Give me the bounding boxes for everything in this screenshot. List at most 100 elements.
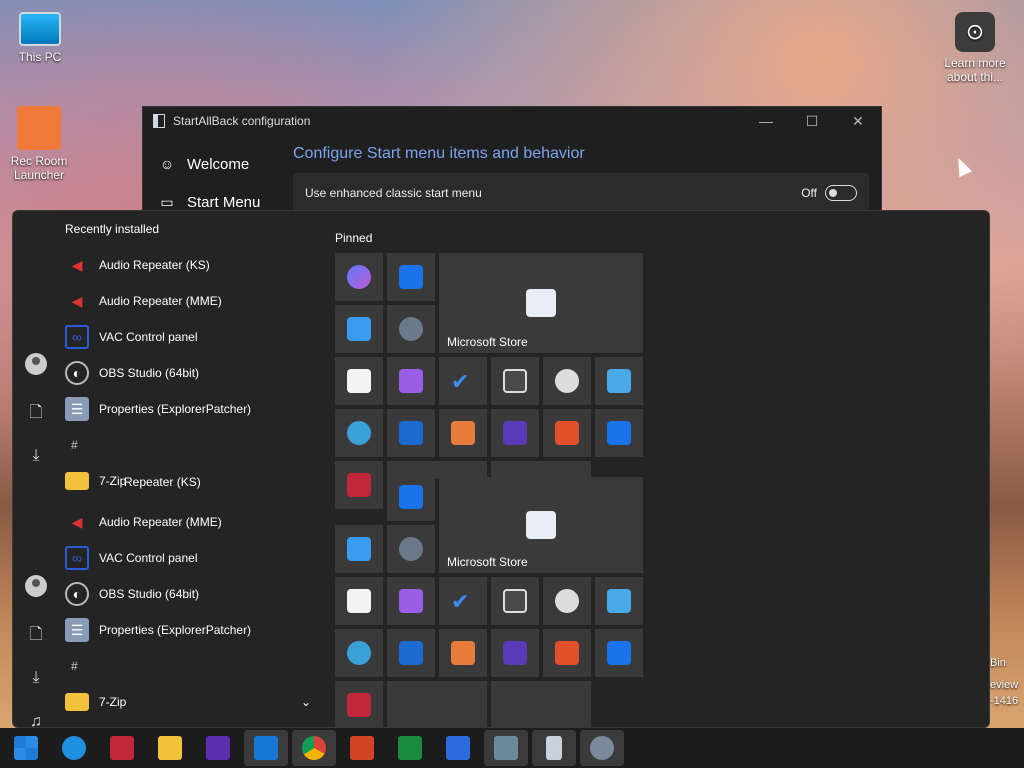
pinned-tile[interactable] xyxy=(543,629,591,677)
pinned-tile[interactable] xyxy=(491,577,539,625)
pinned-tile[interactable] xyxy=(595,357,643,405)
app-list-overlay: ◀ Audio Repeater (MME) ∞ VAC Control panel… xyxy=(65,504,315,720)
documents-icon[interactable]: 🗋 xyxy=(21,623,51,650)
start-button[interactable] xyxy=(4,730,48,766)
rec-room-icon xyxy=(17,106,61,150)
pinned-tile[interactable] xyxy=(387,577,435,625)
pinned-tile[interactable] xyxy=(387,681,487,727)
desktop-icon-label: This PC xyxy=(18,50,62,64)
taskbar-calculator[interactable] xyxy=(388,730,432,766)
downloads-icon[interactable]: ⤓ xyxy=(21,447,51,465)
pinned-tile[interactable] xyxy=(387,305,435,353)
pinned-tile[interactable] xyxy=(335,357,383,405)
nav-item-welcome[interactable]: ☺ Welcome xyxy=(157,145,287,183)
list-item[interactable]: 7-Zip ⌄ xyxy=(65,684,315,720)
list-item[interactable]: ◀ Audio Repeater (MME) xyxy=(65,504,315,540)
taskbar-news[interactable] xyxy=(100,730,144,766)
folder-icon xyxy=(65,693,89,711)
downloads-icon[interactable]: ⤓ xyxy=(21,669,51,687)
weather-icon xyxy=(607,421,631,445)
taskbar-startallback[interactable] xyxy=(532,730,576,766)
user-avatar[interactable] xyxy=(21,353,51,375)
minimize-button[interactable]: — xyxy=(743,113,789,130)
pinned-tile[interactable] xyxy=(387,473,435,521)
pinned-tile[interactable] xyxy=(335,461,383,509)
pinned-tile[interactable] xyxy=(387,253,435,301)
pinned-tile[interactable]: ✔ xyxy=(439,577,487,625)
pinned-tile[interactable] xyxy=(595,577,643,625)
pinned-tile[interactable]: ✔ xyxy=(439,357,487,405)
list-item[interactable]: ◐ OBS Studio (64bit) xyxy=(65,355,315,391)
pinned-tile[interactable] xyxy=(335,629,383,677)
chevron-down-icon[interactable]: ⌄ xyxy=(301,695,311,709)
pinned-tile[interactable] xyxy=(335,577,383,625)
control-panel-icon xyxy=(494,736,518,760)
pinned-tile[interactable] xyxy=(491,357,539,405)
pinned-tile[interactable] xyxy=(491,681,591,727)
pinned-tile[interactable] xyxy=(387,525,435,573)
pinned-tile[interactable] xyxy=(491,409,539,457)
gear-icon xyxy=(399,317,423,341)
pinned-tile[interactable] xyxy=(387,629,435,677)
todo-icon: ✔ xyxy=(451,369,470,394)
notepad-icon xyxy=(607,589,631,613)
desktop-icon-learn-more[interactable]: ⊙ Learn more about thi... xyxy=(937,12,1013,84)
taskbar-chrome[interactable] xyxy=(292,730,336,766)
list-item[interactable]: ☰ Properties (ExplorerPatcher) xyxy=(65,612,315,648)
pinned-tile[interactable] xyxy=(491,629,539,677)
letter-header[interactable]: # xyxy=(65,648,315,684)
people-icon xyxy=(555,421,579,445)
pinned-tile[interactable] xyxy=(335,305,383,353)
taskbar-camera[interactable] xyxy=(436,730,480,766)
taskbar-office[interactable] xyxy=(340,730,384,766)
list-item[interactable]: ◀ Audio Repeater (KS) xyxy=(65,247,315,283)
notepad-icon xyxy=(607,369,631,393)
pinned-tile-store[interactable]: Microsoft Store xyxy=(439,477,643,573)
learn-more-icon: ⊙ xyxy=(955,12,995,52)
maximize-button[interactable]: ☐ xyxy=(789,113,835,130)
documents-icon[interactable]: 🗋 xyxy=(21,401,51,428)
list-item[interactable]: ◐ OBS Studio (64bit) xyxy=(65,576,315,612)
taskbar-blue-app[interactable] xyxy=(244,730,288,766)
close-button[interactable]: ✕ xyxy=(835,113,881,130)
news-icon xyxy=(347,693,371,717)
pinned-tile[interactable] xyxy=(335,681,383,727)
pinned-tile[interactable] xyxy=(439,409,487,457)
taskbar-control[interactable] xyxy=(484,730,528,766)
pinned-tile[interactable] xyxy=(595,629,643,677)
app-icon xyxy=(153,114,165,128)
pinned-tile-store[interactable]: Microsoft Store xyxy=(439,253,643,353)
user-avatar[interactable] xyxy=(21,575,51,597)
option-row[interactable]: Use enhanced classic start menu Off xyxy=(293,173,869,213)
taskbar-file-explorer[interactable] xyxy=(148,730,192,766)
pinned-tile[interactable] xyxy=(335,525,383,573)
windows-icon xyxy=(14,736,38,760)
enhanced-menu-toggle[interactable] xyxy=(825,185,857,201)
letter-header[interactable]: # xyxy=(65,427,315,463)
taskbar-settings[interactable] xyxy=(580,730,624,766)
list-item[interactable]: ☰ Properties (ExplorerPatcher) xyxy=(65,391,315,427)
mail-icon xyxy=(399,265,423,289)
music-icon[interactable]: ♫ xyxy=(21,713,51,727)
desktop-icon-rec-room[interactable]: Rec Room Launcher xyxy=(1,106,77,182)
list-item[interactable]: ◀ Audio Repeater (MME) xyxy=(65,283,315,319)
pinned-tile[interactable] xyxy=(335,409,383,457)
list-item[interactable]: ∞ VAC Control panel xyxy=(65,319,315,355)
list-item[interactable]: 7-Zip Repeater (KS) xyxy=(65,463,315,499)
taskbar-edge-preview[interactable] xyxy=(52,730,96,766)
cable-icon: ∞ xyxy=(65,325,89,349)
pinned-tile[interactable] xyxy=(595,409,643,457)
pinned-tile[interactable] xyxy=(543,409,591,457)
pinned-tile[interactable] xyxy=(543,357,591,405)
pinned-tile[interactable] xyxy=(387,357,435,405)
store-icon xyxy=(526,289,556,317)
pinned-tile[interactable] xyxy=(387,409,435,457)
window-titlebar[interactable]: StartAllBack configuration — ☐ ✕ xyxy=(143,107,881,135)
pinned-tile[interactable] xyxy=(439,629,487,677)
desktop-icon-this-pc[interactable]: This PC xyxy=(2,12,78,64)
pinned-tile[interactable] xyxy=(335,253,383,301)
pinned-tile[interactable] xyxy=(543,577,591,625)
office-icon xyxy=(350,736,374,760)
list-item[interactable]: ∞ VAC Control panel xyxy=(65,540,315,576)
taskbar-purple-app[interactable] xyxy=(196,730,240,766)
